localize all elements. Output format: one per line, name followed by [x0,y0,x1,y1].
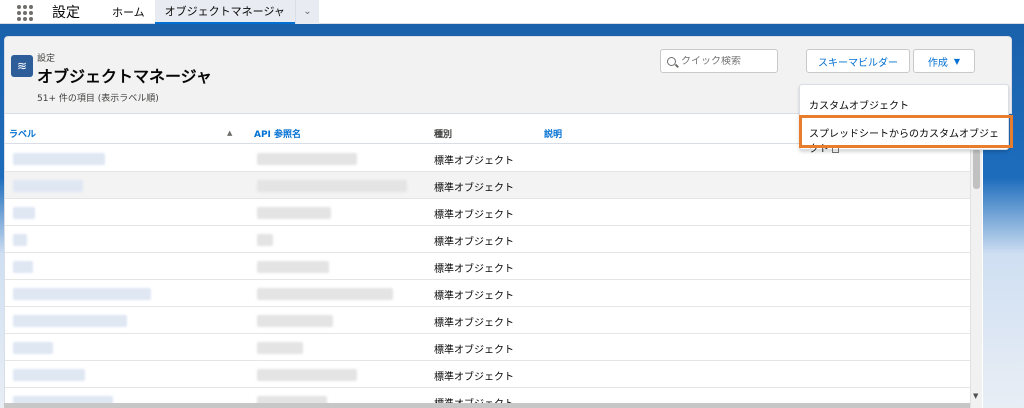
search-icon [667,56,676,66]
table-row: 標準オブジェクト [5,307,975,334]
object-table: ラベル ▲ API 参照名 種別 説明 標準オブジェクト 標準オブジェクト 標準… [4,114,983,408]
api-name-cell [257,207,331,219]
column-header-label[interactable]: ラベル [9,127,36,140]
column-header-description[interactable]: 説明 [544,127,562,140]
tab-object-manager[interactable]: オブジェクトマネージャ [154,0,295,24]
quick-search-input[interactable] [681,55,771,67]
type-cell: 標準オブジェクト [434,156,514,167]
type-cell: 標準オブジェクト [434,318,514,329]
label-link[interactable] [13,369,85,381]
api-name-cell [257,315,333,327]
table-row: 標準オブジェクト [5,172,975,199]
label-link[interactable] [13,153,105,165]
quick-search[interactable] [660,49,778,73]
type-cell: 標準オブジェクト [434,183,514,194]
api-name-cell [257,180,407,192]
menu-item-custom-object[interactable]: カスタムオブジェクト [809,97,909,112]
api-name-cell [257,153,357,165]
api-name-cell [257,342,303,354]
type-cell: 標準オブジェクト [434,372,514,383]
create-button[interactable]: 作成 ▼ [913,49,975,73]
schema-builder-button[interactable]: スキーマビルダー [806,49,910,73]
highlight-box [799,115,1013,148]
item-count: 51+ 件の項目 (表示ラベル順) [37,94,159,104]
label-link[interactable] [13,342,53,354]
scroll-down-arrow-icon[interactable]: ▼ [973,392,978,400]
table-row: 標準オブジェクト [5,226,975,253]
table-row: 標準オブジェクト [5,199,975,226]
table-row: 標準オブジェクト [5,280,975,307]
api-name-cell [257,369,357,381]
column-header-api-name[interactable]: API 参照名 [254,127,301,140]
table-row: 標準オブジェクト [5,361,975,388]
api-name-cell [257,261,329,273]
label-link[interactable] [13,207,35,219]
api-name-cell [257,234,273,246]
caret-down-icon: ▼ [953,56,961,66]
tab-menu-chevron-icon[interactable]: ⌄ [294,0,319,24]
type-cell: 標準オブジェクト [434,237,514,248]
app-name: 設定 [52,4,80,21]
page-title: オブジェクトマネージャ [37,67,212,86]
scroll-thumb[interactable] [973,149,980,189]
global-nav: 設定 ホーム オブジェクトマネージャ ⌄ [0,0,1024,24]
label-link[interactable] [13,180,83,192]
type-cell: 標準オブジェクト [434,345,514,356]
label-link[interactable] [13,288,151,300]
column-header-type: 種別 [434,130,453,140]
label-link[interactable] [13,234,27,246]
type-cell: 標準オブジェクト [434,210,514,221]
type-cell: 標準オブジェクト [434,291,514,302]
horizontal-scrollbar[interactable] [4,403,970,408]
label-link[interactable] [13,261,33,273]
table-row: 標準オブジェクト [5,334,975,361]
api-name-cell [257,288,393,300]
create-button-label: 作成 [927,57,948,69]
tab-home[interactable]: ホーム [102,0,155,24]
sort-ascending-icon[interactable]: ▲ [227,129,232,137]
layers-icon: ≋ [11,55,33,77]
table-row: 標準オブジェクト [5,253,975,280]
vertical-scrollbar[interactable]: ▼ [970,145,982,408]
app-launcher-icon[interactable] [14,2,34,22]
type-cell: 標準オブジェクト [434,264,514,275]
label-link[interactable] [13,315,127,327]
